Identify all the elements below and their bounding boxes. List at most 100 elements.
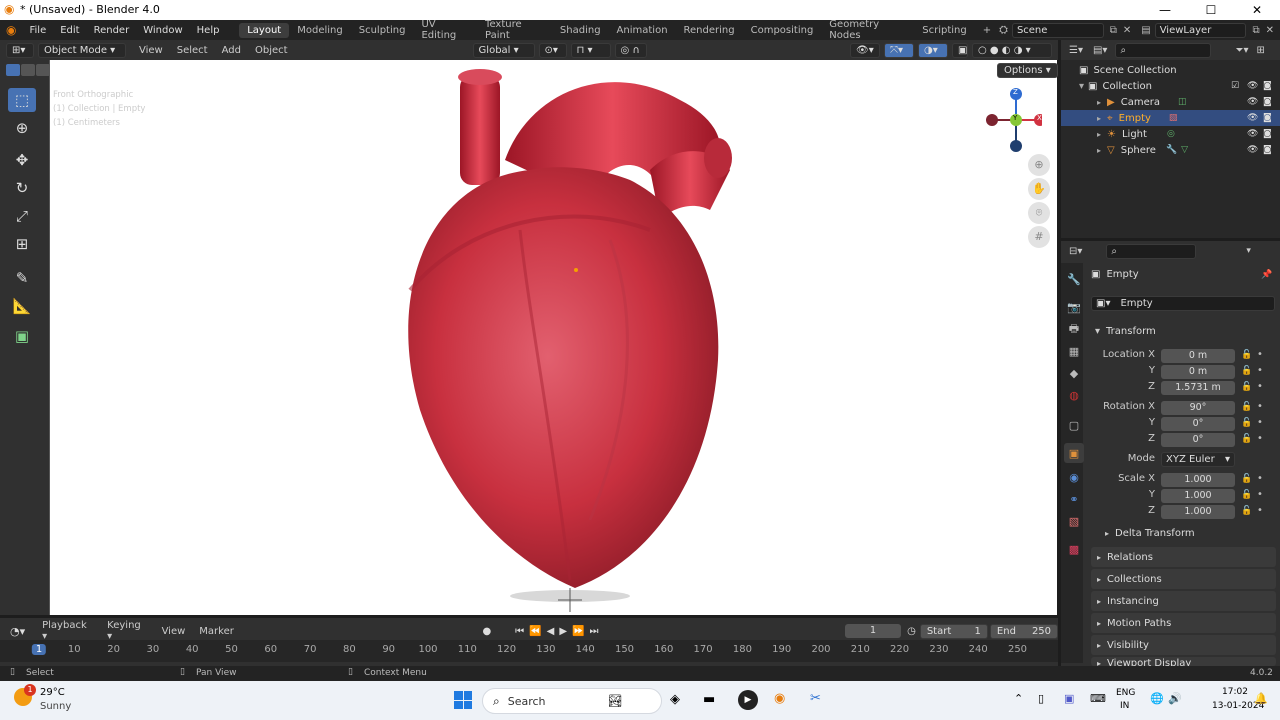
minimize-button[interactable]: — xyxy=(1142,0,1188,20)
delete-viewlayer-icon[interactable]: ✕ xyxy=(1266,25,1274,36)
outliner-search-input[interactable]: ⌕ xyxy=(1115,42,1212,58)
grid-toggle-icon[interactable]: # xyxy=(1028,226,1050,248)
keyframe-dot-icon[interactable]: • xyxy=(1257,401,1263,412)
delta-transform-panel[interactable]: ▸ Delta Transform xyxy=(1105,528,1195,539)
location-y-field[interactable]: 0 m xyxy=(1161,365,1235,379)
keyframe-dot-icon[interactable]: • xyxy=(1257,417,1263,428)
tab-compositing[interactable]: Compositing xyxy=(743,23,822,38)
collection-camera-icon[interactable]: ◙ xyxy=(1263,81,1272,91)
instancing-panel[interactable]: ▸ Instancing xyxy=(1091,591,1276,611)
outliner-item-camera[interactable]: ▸ ▶ Camera ◫ 👁 ◙ xyxy=(1061,94,1280,110)
sphere-render-icon[interactable]: ◙ xyxy=(1263,145,1272,155)
media-player-icon[interactable]: ▶ xyxy=(738,690,758,710)
lock-icon[interactable]: 🔓 xyxy=(1241,474,1252,484)
tab-shading[interactable]: Shading xyxy=(552,23,609,38)
tab-scripting[interactable]: Scripting xyxy=(914,23,974,38)
keyframe-dot-icon[interactable]: • xyxy=(1257,381,1263,392)
motion-paths-panel[interactable]: ▸ Motion Paths xyxy=(1091,613,1276,633)
measure-tool-icon[interactable]: 📐 xyxy=(8,294,36,318)
menu-select[interactable]: Select xyxy=(170,45,215,56)
copilot-icon[interactable]: ◈ xyxy=(670,692,680,707)
scene-tab-icon[interactable]: ◆ xyxy=(1064,363,1084,383)
timeline-ruler[interactable]: 1 10 20 30 40 50 60 70 80 90 100 110 120 130 140 150 160… xyxy=(0,640,1058,662)
close-button[interactable]: ✕ xyxy=(1234,0,1280,20)
maximize-button[interactable]: ☐ xyxy=(1188,0,1234,20)
xray-toggle-icon[interactable]: ▣ xyxy=(952,42,968,58)
empty-render-icon[interactable]: ◙ xyxy=(1263,113,1272,123)
menu-render[interactable]: Render xyxy=(87,25,137,36)
scale-x-field[interactable]: 1.000 xyxy=(1161,473,1235,487)
transform-orientation-dropdown[interactable]: Global ▾ xyxy=(472,42,535,58)
battery-icon[interactable]: ▯ xyxy=(1038,692,1044,705)
mode-selector[interactable]: Object Mode ▾ xyxy=(38,42,126,58)
viewlayer-selector[interactable]: ViewLayer xyxy=(1154,22,1247,38)
expand-icon[interactable]: ▸ xyxy=(1097,130,1101,139)
world-tab-icon[interactable]: ◍ xyxy=(1064,385,1084,405)
lock-icon[interactable]: 🔓 xyxy=(1241,434,1252,444)
navigation-gizmo[interactable]: Z Y X xyxy=(982,88,1046,154)
menu-timeline-view[interactable]: View xyxy=(155,626,193,637)
properties-options-icon[interactable]: ▾ xyxy=(1246,246,1251,256)
view-layer-tab-icon[interactable]: ▦ xyxy=(1064,341,1084,361)
current-frame-field[interactable]: 1 xyxy=(845,624,902,638)
menu-object[interactable]: Object xyxy=(248,45,295,56)
properties-search-input[interactable]: ⌕ xyxy=(1106,243,1197,259)
scene-selector[interactable]: Scene xyxy=(1011,22,1104,38)
lock-icon[interactable]: 🔓 xyxy=(1241,506,1252,516)
add-cube-tool-icon[interactable]: ▣ xyxy=(8,324,36,348)
cursor-tool-icon[interactable]: ⊕ xyxy=(8,116,36,140)
select-box-tool-icon[interactable]: ⬚ xyxy=(8,88,36,112)
tab-modeling[interactable]: Modeling xyxy=(289,23,351,38)
camera-view-icon[interactable]: ⌾ xyxy=(1028,202,1050,224)
tab-rendering[interactable]: Rendering xyxy=(676,23,743,38)
outliner-collection[interactable]: ▾ ▣ Collection ☑ 👁 ◙ xyxy=(1061,78,1280,94)
display-mode-icon[interactable]: ▤▾ xyxy=(1093,45,1107,56)
sphere-eye-icon[interactable]: 👁 xyxy=(1247,145,1258,155)
tab-sculpting[interactable]: Sculpting xyxy=(351,23,414,38)
lock-icon[interactable]: 🔓 xyxy=(1241,418,1252,428)
lock-icon[interactable]: 🔓 xyxy=(1241,490,1252,500)
tab-layout[interactable]: Layout xyxy=(239,22,290,38)
timeline-editor-icon[interactable]: ◔▾ xyxy=(10,625,25,638)
tool-tab-icon[interactable]: 🔧 xyxy=(1064,269,1084,289)
pivot-point-icon[interactable]: ⊙▾ xyxy=(538,42,567,58)
menu-file[interactable]: File xyxy=(22,25,53,36)
delete-scene-icon[interactable]: ✕ xyxy=(1123,25,1131,36)
menu-view[interactable]: View xyxy=(132,45,170,56)
outliner-scene-collection[interactable]: ▣ Scene Collection xyxy=(1061,62,1280,78)
expand-icon[interactable]: ▸ xyxy=(1097,98,1101,107)
empty-eye-icon[interactable]: 👁 xyxy=(1247,113,1258,123)
collection-tab-icon[interactable]: ▢ xyxy=(1064,415,1084,435)
rotate-tool-icon[interactable]: ↻ xyxy=(8,176,36,200)
location-z-field[interactable]: 1.5731 m xyxy=(1161,381,1235,395)
lock-icon[interactable]: 🔓 xyxy=(1241,402,1252,412)
menu-edit[interactable]: Edit xyxy=(53,25,86,36)
menu-help[interactable]: Help xyxy=(190,25,227,36)
keyframe-dot-icon[interactable]: • xyxy=(1257,365,1263,376)
menu-keying[interactable]: Keying ▾ xyxy=(100,620,154,642)
lock-icon[interactable]: 🔓 xyxy=(1241,366,1252,376)
blender-menu-icon[interactable]: ◉ xyxy=(0,23,22,37)
new-collection-icon[interactable]: ⊞ xyxy=(1256,45,1264,56)
shading-mode-icons[interactable]: ○ ● ◐ ◑ ▾ xyxy=(972,42,1052,58)
new-viewlayer-icon[interactable]: ⧉ xyxy=(1252,25,1259,36)
object-tab-icon[interactable]: ▣ xyxy=(1064,443,1084,463)
viewport-display-panel[interactable]: ▸ Viewport Display xyxy=(1091,657,1276,666)
editor-type-button[interactable]: ⊞▾ xyxy=(6,42,34,58)
keyframe-dot-icon[interactable]: • xyxy=(1257,489,1263,500)
zoom-icon[interactable]: ⊕ xyxy=(1028,154,1050,176)
visibility-icon[interactable]: 👁▾ xyxy=(850,42,880,58)
relations-panel[interactable]: ▸ Relations xyxy=(1091,547,1276,567)
3d-viewport[interactable]: Front Orthographic (1) Collection | Empt… xyxy=(50,60,1057,615)
annotate-tool-icon[interactable]: ✎ xyxy=(8,266,36,290)
start-frame-field[interactable]: Start 1 xyxy=(919,623,988,639)
snap-icon[interactable]: ⊓ ▾ xyxy=(570,42,611,58)
pan-hand-icon[interactable]: ✋ xyxy=(1028,178,1050,200)
network-icon[interactable]: 🌐 xyxy=(1150,692,1164,705)
outliner-item-sphere[interactable]: ▸ ▽ Sphere 🔧 ▽ 👁 ◙ xyxy=(1061,142,1280,158)
proportional-edit-icon[interactable]: ◎ ∩ xyxy=(614,42,647,58)
keyboard-icon[interactable]: ⌨ xyxy=(1090,692,1106,705)
light-render-icon[interactable]: ◙ xyxy=(1263,129,1272,139)
show-hidden-icons-icon[interactable]: ⌃ xyxy=(1014,692,1023,705)
camera-eye-icon[interactable]: 👁 xyxy=(1247,97,1258,107)
